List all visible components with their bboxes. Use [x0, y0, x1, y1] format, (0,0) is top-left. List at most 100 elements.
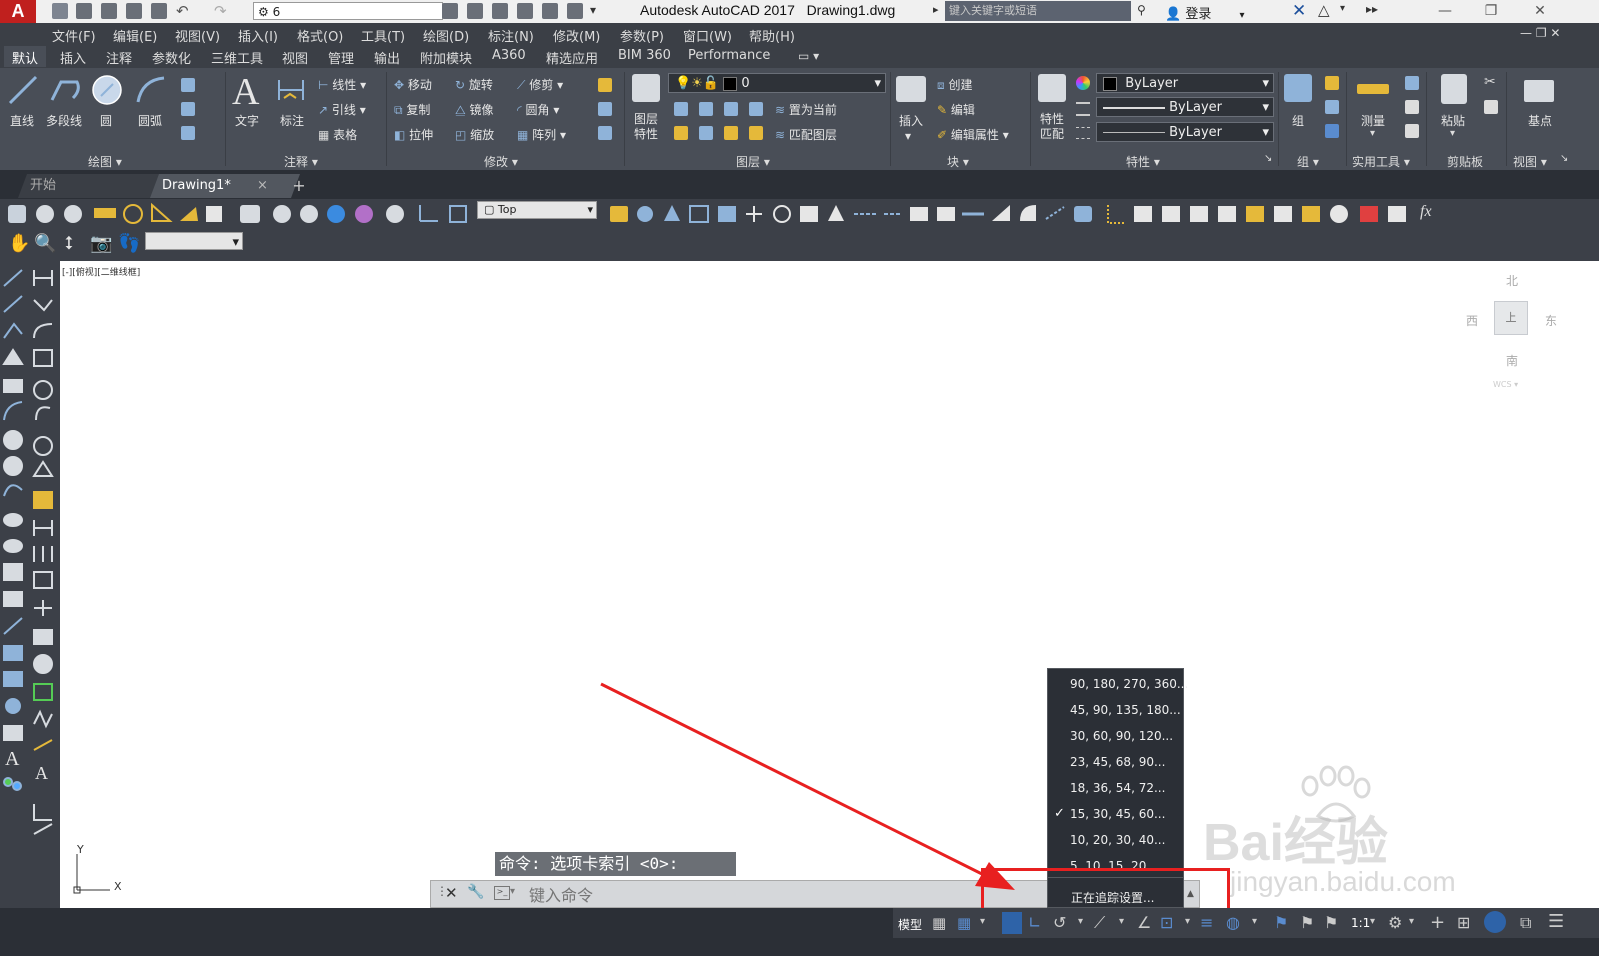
- annotation-scale-value[interactable]: 1:1: [1351, 916, 1370, 930]
- dialog-launcher-icon[interactable]: ↘: [1264, 153, 1272, 164]
- mirror-button[interactable]: ⧋ 镜像: [455, 101, 494, 118]
- panel-title-utilities[interactable]: 实用工具 ▾: [1352, 153, 1410, 170]
- doc-window-controls[interactable]: — ❐ ✕: [1520, 26, 1560, 40]
- rotate-button[interactable]: ↻ 旋转: [455, 76, 493, 93]
- panel-title-layers[interactable]: 图层 ▾: [736, 153, 770, 170]
- snap-icon[interactable]: ▦: [957, 914, 971, 932]
- circle-icon[interactable]: [91, 74, 123, 106]
- chevron-down-icon[interactable]: ▾: [1409, 916, 1414, 927]
- ucs-combo[interactable]: ▾: [145, 232, 243, 250]
- login-button[interactable]: 👤 登录 ▾: [1165, 3, 1245, 22]
- viewcube-east[interactable]: 东: [1545, 312, 1557, 329]
- exchange-icon[interactable]: ✕: [1292, 1, 1306, 21]
- line-icon[interactable]: [7, 74, 39, 106]
- chevron-down-icon[interactable]: ▾: [980, 916, 985, 927]
- preview-icon[interactable]: [492, 3, 508, 19]
- insert-block-icon[interactable]: [896, 76, 926, 102]
- calculator-icon[interactable]: [1405, 124, 1419, 138]
- paste-icon[interactable]: [1441, 74, 1467, 104]
- chevron-down-icon[interactable]: ▾: [1340, 3, 1345, 14]
- units-icon[interactable]: ⊞: [1457, 913, 1470, 932]
- a360-icon[interactable]: △: [1318, 1, 1330, 19]
- layer-tool-icon[interactable]: [749, 102, 763, 116]
- chevron-down-icon[interactable]: ▾: [1185, 916, 1190, 927]
- erase-icon[interactable]: [598, 78, 612, 92]
- polar-tracking-icon[interactable]: ↺: [1053, 913, 1066, 932]
- view-combo[interactable]: ▢ Top ▾: [477, 201, 597, 219]
- viewport-controls[interactable]: [-][俯视][二维线框]: [62, 265, 140, 278]
- polar-option[interactable]: 10, 20, 30, 40...: [1070, 833, 1165, 847]
- tab-insert[interactable]: 插入: [60, 48, 86, 67]
- function-icon[interactable]: fx: [1420, 203, 1432, 221]
- open-file-icon[interactable]: [76, 3, 92, 19]
- panel-title-block[interactable]: 块 ▾: [947, 153, 969, 170]
- menu-parametric[interactable]: 参数(P): [620, 26, 664, 45]
- close-tab-icon[interactable]: ×: [257, 174, 268, 198]
- dimtext-icon[interactable]: A: [35, 763, 48, 784]
- leader-button[interactable]: ↗ 引线 ▾: [318, 101, 366, 118]
- viewcube-west[interactable]: 西: [1466, 312, 1478, 329]
- menu-draw[interactable]: 绘图(D): [423, 26, 469, 45]
- menu-insert[interactable]: 插入(I): [238, 26, 278, 45]
- qat-dropdown-icon[interactable]: ▾: [590, 3, 596, 17]
- fillet-button[interactable]: ◜ 圆角 ▾: [517, 101, 559, 118]
- clean-screen-icon[interactable]: ⧉: [1520, 913, 1531, 933]
- viewcube-north[interactable]: 北: [1506, 272, 1518, 289]
- undo-icon[interactable]: ↶: [176, 2, 189, 20]
- print-icon[interactable]: [467, 3, 483, 19]
- arc-icon[interactable]: [134, 74, 168, 106]
- viewcube-south[interactable]: 南: [1506, 352, 1518, 369]
- panel-title-clipboard[interactable]: 剪贴板: [1447, 153, 1483, 170]
- polar-option[interactable]: 23, 45, 68, 90...: [1070, 755, 1165, 769]
- menu-tools[interactable]: 工具(T): [361, 26, 405, 45]
- menu-window[interactable]: 窗口(W): [683, 26, 732, 45]
- plot-icon[interactable]: [151, 3, 167, 19]
- chevron-down-icon[interactable]: ▾: [1450, 128, 1455, 139]
- tab-3d-tools[interactable]: 三维工具: [211, 48, 263, 67]
- linear-dim-button[interactable]: ⊢ 线性 ▾: [318, 76, 366, 93]
- tab-parametric[interactable]: 参数化: [152, 48, 191, 67]
- rectangle-icon[interactable]: [181, 78, 195, 92]
- dialog-launcher-icon[interactable]: ↘: [1560, 153, 1568, 164]
- text-icon[interactable]: A: [232, 70, 259, 114]
- new-file-icon[interactable]: [52, 3, 68, 19]
- layer-tool-icon[interactable]: [749, 126, 763, 140]
- layer-tool-icon[interactable]: [674, 126, 688, 140]
- polar-option-selected[interactable]: 15, 30, 45, 60...: [1070, 807, 1165, 821]
- menu-help[interactable]: 帮助(H): [749, 26, 795, 45]
- edit-attributes-button[interactable]: ✐ 编辑属性 ▾: [937, 126, 1009, 143]
- layer-properties-icon[interactable]: [632, 74, 660, 102]
- walk-icon[interactable]: 👣: [118, 233, 140, 254]
- save-as-icon[interactable]: [126, 3, 142, 19]
- tab-drawing1[interactable]: Drawing1* ×: [150, 174, 300, 198]
- table-button[interactable]: ▦ 表格: [318, 126, 357, 143]
- polyline-icon[interactable]: [49, 76, 83, 104]
- layer-tool-icon[interactable]: [699, 102, 713, 116]
- layer-dropdown[interactable]: 💡☀🔓 0 ▾: [668, 73, 886, 93]
- dimension-icon[interactable]: [276, 76, 306, 104]
- isodraft-icon[interactable]: ⟋: [1094, 913, 1105, 933]
- match-properties-icon[interactable]: [1038, 74, 1066, 102]
- color-dropdown[interactable]: ByLayer ▾: [1096, 73, 1274, 93]
- panel-title-modify[interactable]: 修改 ▾: [484, 153, 518, 170]
- prompt-icon[interactable]: >_: [494, 886, 510, 900]
- boundary-icon[interactable]: [181, 126, 195, 140]
- object-snap-icon[interactable]: ⊡: [1160, 913, 1173, 932]
- orbit-icon[interactable]: ⭥: [64, 233, 74, 254]
- menu-modify[interactable]: 修改(M): [553, 26, 600, 45]
- restore-button[interactable]: ❐: [1469, 0, 1513, 23]
- menu-dimension[interactable]: 标注(N): [488, 26, 534, 45]
- panel-title-groups[interactable]: 组 ▾: [1297, 153, 1319, 170]
- chevron-down-icon[interactable]: ▾: [1252, 916, 1257, 927]
- auto-scale-icon[interactable]: ⚑: [1300, 913, 1314, 932]
- transparency-icon[interactable]: ◍: [1226, 913, 1240, 932]
- pan-icon[interactable]: ✋: [8, 233, 30, 254]
- tab-performance[interactable]: Performance: [688, 48, 770, 63]
- panel-title-view[interactable]: 视图 ▾: [1513, 153, 1547, 170]
- redo-icon[interactable]: ↷: [214, 2, 227, 20]
- viewcube-face[interactable]: 上: [1494, 301, 1528, 335]
- save-icon[interactable]: [101, 3, 117, 19]
- panel-title-properties[interactable]: 特性 ▾: [1126, 153, 1160, 170]
- group-edit-icon[interactable]: [1325, 100, 1339, 114]
- workspace-gear-icon[interactable]: ⚙: [1388, 913, 1402, 932]
